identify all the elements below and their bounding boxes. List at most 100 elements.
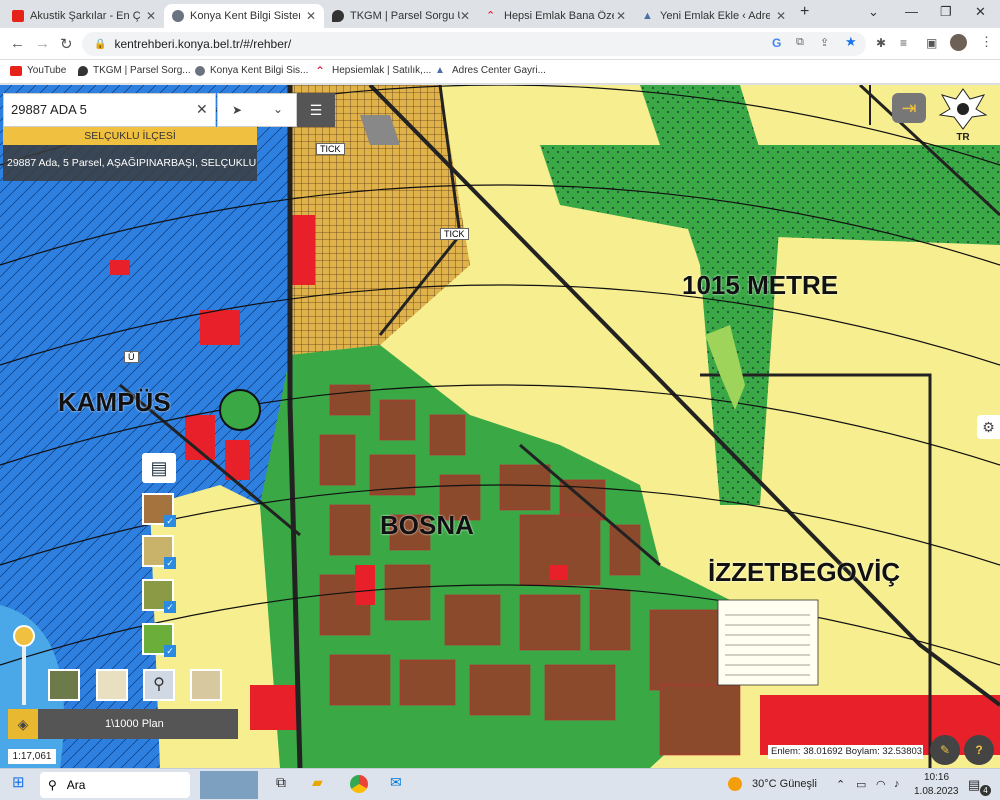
maximize-button[interactable]: ❐ — [940, 4, 952, 20]
district-banner[interactable]: SELÇUKLU İLÇESİ — [3, 127, 257, 145]
close-icon[interactable]: ✕ — [776, 9, 786, 23]
layer-check-icon[interactable]: ✓ — [164, 515, 176, 527]
wifi-icon[interactable]: ◠ — [876, 778, 886, 791]
book-icon[interactable]: ▤ — [142, 453, 176, 483]
label-1015-metre: 1015 METRE — [682, 270, 839, 300]
media-icon[interactable]: ≡ — [900, 36, 914, 50]
map-pin-icon — [78, 65, 88, 76]
chrome-icon[interactable] — [350, 775, 368, 793]
more-menu-icon[interactable]: ⋮ — [980, 34, 994, 49]
tray-app-icon[interactable]: ▭ — [856, 778, 866, 791]
plan-selector[interactable]: 1\1000 Plan — [8, 709, 238, 739]
window-close-button[interactable]: ✕ — [975, 4, 986, 20]
tab-bar: Akustik Şarkılar - En Ç ✕ Konya Kent Bil… — [0, 0, 1000, 28]
tab-konya-kbs[interactable]: Konya Kent Bilgi Sistemi ✕ — [164, 4, 324, 28]
tab-youtube[interactable]: Akustik Şarkılar - En Ç ✕ — [4, 4, 164, 28]
label-izzetbegovic: İZZETBEGOVİÇ — [708, 557, 901, 587]
label-tick: TICK — [440, 228, 469, 240]
tray-chevron-icon[interactable]: ⌃ — [836, 778, 845, 791]
label-bosna: BOSNA — [380, 510, 474, 540]
eagle-emblem-icon — [938, 88, 988, 130]
bookmark-label: Konya Kent Bilgi Sis... — [210, 65, 309, 76]
settings-gear-icon[interactable]: ⚙ — [977, 415, 1000, 439]
url-field[interactable]: 🔒 kentrehberi.konya.bel.tr/#/rehber/ — [82, 32, 866, 56]
weather-text[interactable]: 30°C Güneşli — [752, 778, 817, 790]
tab-label: Akustik Şarkılar - En Ç — [30, 10, 140, 22]
bookmark-star-icon[interactable]: ★ — [845, 34, 859, 49]
coordinate-readout: Enlem: 38.01692 Boylam: 32.53803 — [768, 745, 923, 759]
kbs-icon — [172, 10, 184, 22]
lock-icon: 🔒 — [94, 38, 107, 50]
opacity-slider-track[interactable] — [22, 640, 26, 705]
search-icon: ⚲ — [48, 778, 57, 792]
help-icon[interactable]: ? — [964, 735, 994, 765]
bookmark-youtube[interactable]: YouTube — [10, 65, 66, 76]
share-icon[interactable]: ⇪ — [820, 36, 834, 50]
taskbar-search[interactable]: ⚲ Ara — [40, 772, 190, 798]
navigate-arrow-icon[interactable]: ➤ — [232, 103, 242, 117]
kbs-icon — [195, 65, 205, 76]
side-panel-icon[interactable]: ▣ — [926, 36, 940, 50]
tab-hepsiemlak[interactable]: ⌃ Hepsi Emlak Bana Özel ✕ — [478, 4, 634, 28]
bookmark-kbs[interactable]: Konya Kent Bilgi Sis... — [195, 65, 308, 76]
basemap-search-icon[interactable]: ⚲ — [143, 669, 175, 701]
extensions-icon[interactable]: ✱ — [876, 36, 890, 50]
volume-icon[interactable]: ♪ — [894, 778, 900, 790]
minimize-button[interactable]: — — [905, 4, 918, 19]
layer-check-icon[interactable]: ✓ — [164, 557, 176, 569]
map-canvas[interactable]: KAMPÜS BOSNA 1015 METRE İZZETBEGOVİÇ TIC… — [0, 85, 1000, 768]
adres-center-icon: ▲ — [435, 64, 445, 76]
reload-icon[interactable]: ↻ — [60, 35, 73, 53]
mail-icon[interactable]: ✉ — [390, 774, 402, 791]
tab-label: TKGM | Parsel Sorgu Uyg — [350, 10, 460, 22]
task-view-icon[interactable]: ⧉ — [276, 774, 286, 791]
roundabout — [219, 389, 261, 431]
bookmark-label: YouTube — [27, 65, 67, 76]
layers-icon[interactable]: ◈ — [8, 709, 38, 739]
back-icon[interactable]: ← — [10, 35, 25, 52]
basemap-satellite[interactable] — [48, 669, 80, 701]
location-dropdown[interactable]: ➤ ⌄ — [217, 93, 297, 127]
youtube-icon — [12, 10, 24, 22]
basemap-topo[interactable] — [190, 669, 222, 701]
search-input[interactable]: 29887 ADA 5 — [3, 93, 216, 127]
taskbar: ⊞ ⚲ Ara ⧉ ▰ ✉ 30°C Güneşli ⌃ ▭ ◠ ♪ 10:16… — [0, 768, 1000, 800]
map-scale: 1:17,061 — [8, 749, 56, 764]
chevron-down-icon[interactable]: ⌄ — [273, 102, 283, 116]
widgets-icon[interactable] — [200, 771, 258, 799]
layer-check-icon[interactable]: ✓ — [164, 645, 176, 657]
menu-list-icon[interactable]: ☰ — [297, 93, 335, 127]
tab-adres-center[interactable]: ▲ Yeni Emlak Ekle ‹ Adres C ✕ — [634, 4, 794, 28]
close-icon[interactable]: ✕ — [616, 9, 626, 23]
notification-icon[interactable]: ▤ — [968, 777, 980, 793]
new-tab-button[interactable]: + — [800, 3, 809, 21]
tab-tkgm[interactable]: TKGM | Parsel Sorgu Uyg ✕ — [324, 4, 478, 28]
url-text: kentrehberi.konya.bel.tr/#/rehber/ — [114, 37, 292, 51]
file-explorer-icon[interactable]: ▰ — [312, 774, 323, 791]
login-icon[interactable]: ⇥ — [892, 93, 926, 123]
bookmark-hepsiemlak[interactable]: ⌃ Hepsiemlak | Satılık,... — [315, 65, 432, 77]
windows-start-icon[interactable]: ⊞ — [12, 773, 25, 791]
opacity-slider-handle[interactable] — [13, 625, 35, 647]
clear-search-icon[interactable]: ✕ — [196, 101, 208, 118]
label-kampus: KAMPÜS — [58, 387, 171, 417]
bookmark-adres-center[interactable]: ▲ Adres Center Gayri... — [435, 65, 546, 76]
chat-icon[interactable]: ✎ — [930, 735, 960, 765]
translate-icon[interactable]: ⧉ — [796, 36, 810, 50]
clock-date[interactable]: 1.08.2023 — [914, 786, 959, 797]
close-icon[interactable]: ✕ — [146, 9, 156, 23]
forward-icon[interactable]: → — [35, 35, 50, 52]
google-icon[interactable]: G — [772, 36, 786, 50]
layer-check-icon[interactable]: ✓ — [164, 601, 176, 613]
bookmark-label: Hepsiemlak | Satılık,... — [332, 65, 432, 76]
label-u: Ü — [124, 351, 139, 363]
clock-time[interactable]: 10:16 — [924, 772, 949, 783]
basemap-street[interactable] — [96, 669, 128, 701]
parcel-result[interactable]: 29887 Ada, 5 Parsel, AŞAĞIPINARBAŞI, SEL… — [3, 145, 257, 181]
search-value: 29887 ADA 5 — [11, 102, 87, 117]
bookmark-tkgm[interactable]: TKGM | Parsel Sorg... — [78, 65, 191, 76]
tab-search-icon[interactable]: ⌄ — [868, 4, 879, 20]
close-icon[interactable]: ✕ — [460, 9, 470, 23]
avatar[interactable] — [950, 34, 967, 51]
close-icon[interactable]: ✕ — [306, 9, 316, 23]
